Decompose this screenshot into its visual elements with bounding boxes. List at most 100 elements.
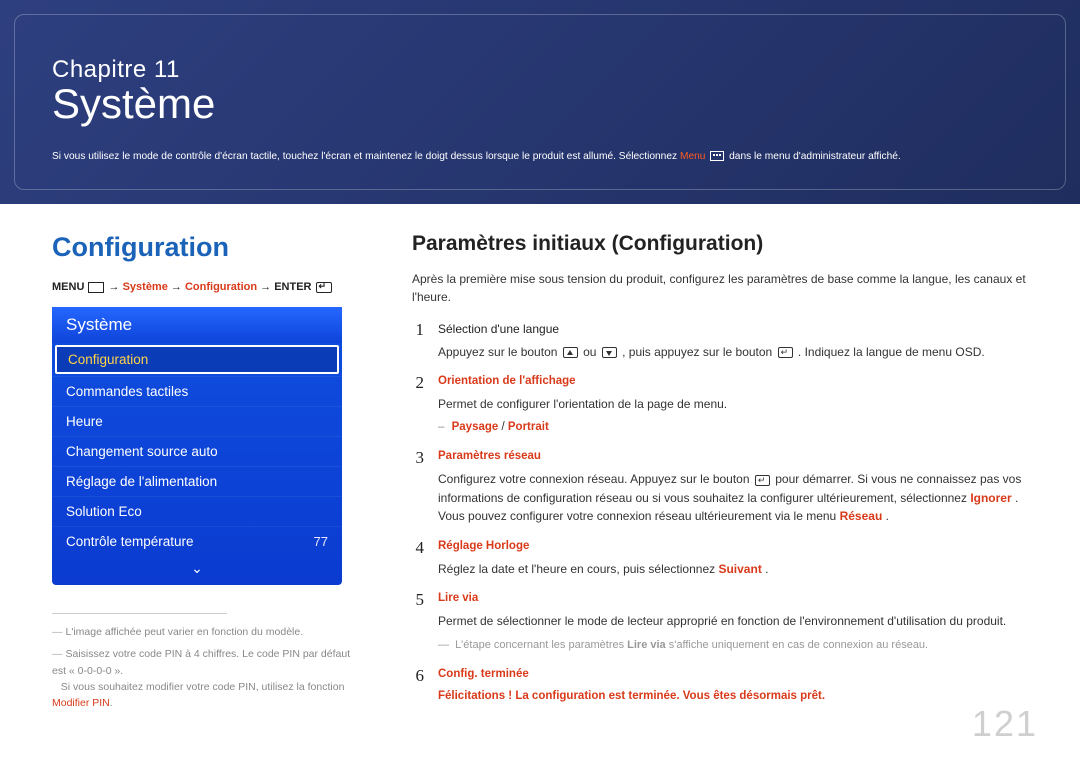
osd-item-label: Configuration bbox=[68, 352, 148, 367]
step-1: 1 Sélection d'une langue Appuyez sur le … bbox=[412, 320, 1028, 361]
step-4: 4 Réglage Horloge Réglez la date et l'he… bbox=[412, 538, 1028, 578]
text: . Indiquez la langue de menu OSD. bbox=[798, 345, 985, 359]
highlight-reseau: Réseau bbox=[840, 509, 883, 523]
footnote-text: Si vous souhaitez modifier votre code PI… bbox=[61, 681, 345, 693]
osd-item-label: Commandes tactiles bbox=[66, 384, 188, 399]
step-title: Réglage Horloge bbox=[438, 538, 1028, 556]
step-5: 5 Lire via Permet de sélectionner le mod… bbox=[412, 590, 1028, 653]
menu-grid-icon bbox=[710, 151, 724, 161]
breadcrumb-menu: MENU bbox=[52, 281, 84, 293]
step-title: Config. terminée bbox=[438, 666, 1028, 684]
osd-item-commandes-tactiles[interactable]: Commandes tactiles bbox=[52, 376, 342, 406]
step-title: Paramètres réseau bbox=[438, 448, 1028, 466]
osd-item-configuration[interactable]: Configuration bbox=[55, 345, 339, 374]
text: Appuyez sur le bouton bbox=[438, 345, 561, 359]
step-body: Paramètres réseau Configurez votre conne… bbox=[438, 448, 1028, 526]
dash-icon: ― bbox=[438, 639, 449, 651]
steps-list: 1 Sélection d'une langue Appuyez sur le … bbox=[412, 320, 1028, 705]
step-number: 1 bbox=[412, 320, 424, 361]
hero-note: Si vous utilisez le mode de contrôle d'é… bbox=[52, 150, 1028, 164]
option-portrait: Portrait bbox=[508, 421, 549, 433]
step-body: Réglage Horloge Réglez la date et l'heur… bbox=[438, 538, 1028, 578]
step-body: Orientation de l'affichage Permet de con… bbox=[438, 373, 1028, 436]
text: s'affiche uniquement en cas de connexion… bbox=[669, 639, 928, 651]
breadcrumb-enter: ENTER bbox=[274, 281, 311, 293]
text: ou bbox=[583, 345, 600, 359]
page-root: Chapitre 11 Système Si vous utilisez le … bbox=[0, 0, 1080, 763]
breadcrumb-arrow: → bbox=[109, 281, 123, 293]
step-text: Appuyez sur le bouton ou , puis appuyez … bbox=[438, 343, 1028, 362]
osd-item-controle-temperature[interactable]: Contrôle température 77 bbox=[52, 526, 342, 556]
chevron-down-icon: ⌄ bbox=[191, 560, 203, 576]
footnote-highlight: Modifier PIN bbox=[52, 697, 110, 709]
dash-icon: ― bbox=[52, 626, 63, 638]
section-title: Configuration bbox=[52, 232, 352, 263]
menu-grid-icon bbox=[88, 282, 104, 293]
text: Configurez votre connexion réseau. Appuy… bbox=[438, 472, 753, 486]
option-paysage: Paysage bbox=[452, 421, 499, 433]
osd-more-down[interactable]: ⌄ bbox=[52, 556, 342, 577]
footnote-divider bbox=[52, 613, 227, 614]
step-text: Configurez votre connexion réseau. Appuy… bbox=[438, 470, 1028, 526]
hero-note-menu-highlight: Menu bbox=[680, 151, 705, 162]
osd-header: Système bbox=[52, 307, 342, 343]
step-number: 2 bbox=[412, 373, 424, 436]
breadcrumb-configuration: Configuration bbox=[185, 281, 257, 293]
content-area: Configuration MENU → Système → Configura… bbox=[0, 204, 1080, 717]
osd-item-label: Contrôle température bbox=[66, 534, 194, 549]
osd-item-label: Heure bbox=[66, 414, 103, 429]
footnote-1: ―L'image affichée peut varier en fonctio… bbox=[52, 624, 352, 640]
lead-paragraph: Après la première mise sous tension du p… bbox=[412, 270, 1028, 306]
step-body: Lire via Permet de sélectionner le mode … bbox=[438, 590, 1028, 653]
step-number: 6 bbox=[412, 666, 424, 706]
menu-breadcrumb: MENU → Système → Configuration → ENTER bbox=[52, 281, 352, 293]
chapter-title: Système bbox=[52, 80, 1028, 128]
osd-item-solution-eco[interactable]: Solution Eco bbox=[52, 496, 342, 526]
step-6: 6 Config. terminée Félicitations ! La co… bbox=[412, 666, 1028, 706]
step-body: Sélection d'une langue Appuyez sur le bo… bbox=[438, 320, 1028, 361]
arrow-up-icon bbox=[563, 347, 578, 358]
highlight-ignorer: Ignorer bbox=[970, 491, 1011, 505]
step-text: Félicitations ! La configuration est ter… bbox=[438, 688, 1028, 706]
chapter-hero: Chapitre 11 Système Si vous utilisez le … bbox=[0, 0, 1080, 204]
breadcrumb-systeme: Système bbox=[123, 281, 168, 293]
highlight-suivant: Suivant bbox=[718, 562, 761, 576]
footnote-text: . bbox=[110, 697, 113, 709]
dash-icon: – bbox=[438, 421, 444, 433]
step-text: Permet de configurer l'orientation de la… bbox=[438, 395, 1028, 414]
left-column: Configuration MENU → Système → Configura… bbox=[52, 232, 352, 717]
osd-item-label: Changement source auto bbox=[66, 444, 218, 459]
page-number: 121 bbox=[972, 703, 1038, 745]
step-note: ― L'étape concernant les paramètres Lire… bbox=[438, 637, 1028, 654]
footnote-2: ―Saisissez votre code PIN à 4 chiffres. … bbox=[52, 646, 352, 711]
osd-item-changement-source-auto[interactable]: Changement source auto bbox=[52, 436, 342, 466]
breadcrumb-arrow: → bbox=[260, 281, 274, 293]
osd-item-label: Réglage de l'alimentation bbox=[66, 474, 217, 489]
step-number: 5 bbox=[412, 590, 424, 653]
footnote-text: Saisissez votre code PIN à 4 chiffres. L… bbox=[52, 648, 350, 676]
subheading: Paramètres initiaux (Configuration) bbox=[412, 232, 1028, 256]
hero-note-text: Si vous utilisez le mode de contrôle d'é… bbox=[52, 151, 680, 162]
text: L'étape concernant les paramètres bbox=[455, 639, 627, 651]
hero-note-suffix: dans le menu d'administrateur affiché. bbox=[729, 151, 901, 162]
osd-item-label: Solution Eco bbox=[66, 504, 142, 519]
enter-icon bbox=[755, 475, 770, 486]
osd-item-heure[interactable]: Heure bbox=[52, 406, 342, 436]
step-title: Lire via bbox=[438, 590, 1028, 608]
osd-panel: Système Configuration Commandes tactiles… bbox=[52, 307, 342, 585]
text: . bbox=[886, 509, 889, 523]
right-column: Paramètres initiaux (Configuration) Aprè… bbox=[412, 232, 1028, 717]
osd-item-reglage-alimentation[interactable]: Réglage de l'alimentation bbox=[52, 466, 342, 496]
arrow-down-icon bbox=[602, 347, 617, 358]
step-number: 4 bbox=[412, 538, 424, 578]
dash-icon: ― bbox=[52, 648, 63, 660]
enter-icon bbox=[316, 282, 332, 293]
step-options: – Paysage / Portrait bbox=[438, 419, 1028, 437]
highlight-lirevia: Lire via bbox=[627, 639, 666, 651]
step-title: Sélection d'une langue bbox=[438, 320, 1028, 339]
step-text: Réglez la date et l'heure en cours, puis… bbox=[438, 560, 1028, 579]
osd-item-value: 77 bbox=[314, 534, 328, 549]
text: , puis appuyez sur le bouton bbox=[622, 345, 775, 359]
step-body: Config. terminée Félicitations ! La conf… bbox=[438, 666, 1028, 706]
text: . bbox=[765, 562, 768, 576]
